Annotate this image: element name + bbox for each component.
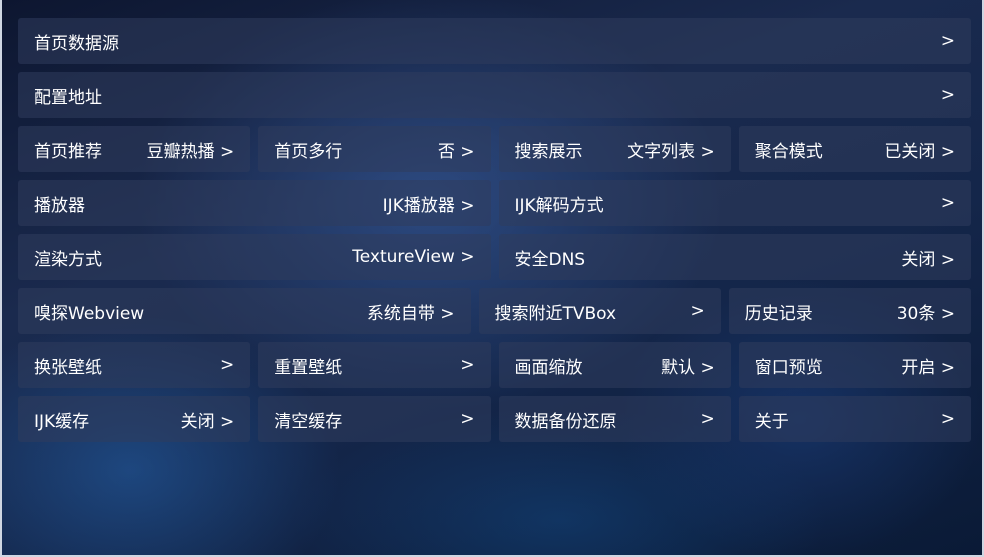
home-source-item[interactable]: 首页数据源 >: [18, 18, 971, 64]
settings-row-8: IJK缓存 关闭 > 清空缓存 > 数据备份还原 > 关于 >: [18, 396, 971, 442]
backup-restore-label: 数据备份还原: [514, 411, 617, 432]
settings-row-4: 播放器 IJK播放器 > IJK解码方式 >: [18, 180, 971, 226]
backup-restore-value: >: [700, 409, 715, 429]
aggregate-mode-item[interactable]: 聚合模式 已关闭 >: [738, 126, 971, 172]
change-wallpaper-value: >: [220, 355, 235, 375]
home-multirow-value: 否 >: [437, 141, 475, 162]
settings-row-6: 嗅探Webview 系统自带 > 搜索附近TVBox > 历史记录 30条 >: [18, 288, 971, 334]
about-item[interactable]: 关于 >: [738, 396, 971, 442]
about-label: 关于: [754, 411, 789, 432]
search-display-item[interactable]: 搜索展示 文字列表 >: [498, 126, 731, 172]
reset-wallpaper-value: >: [460, 355, 475, 375]
search-display-value: 文字列表 >: [627, 141, 715, 162]
ijk-decode-label: IJK解码方式: [514, 195, 604, 216]
reset-wallpaper-item[interactable]: 重置壁纸 >: [258, 342, 491, 388]
home-recommend-label: 首页推荐: [34, 141, 102, 162]
render-mode-item[interactable]: 渲染方式 TextureView >: [18, 234, 491, 280]
home-recommend-value: 豆瓣热播 >: [146, 141, 235, 162]
window-preview-label: 窗口预览: [754, 357, 823, 378]
search-nearby-value: >: [690, 301, 705, 321]
settings-row-3: 首页推荐 豆瓣热播 > 首页多行 否 > 搜索展示 文字列表 > 聚合模式 已关…: [18, 126, 971, 172]
ijk-decode-value: >: [940, 193, 955, 213]
clear-cache-item[interactable]: 清空缓存 >: [258, 396, 491, 442]
settings-row-1: 首页数据源 >: [18, 18, 971, 64]
window-preview-value: 开启 >: [901, 357, 955, 378]
settings-row-7: 换张壁纸 > 重置壁纸 > 画面缩放 默认 > 窗口预览 开启 >: [18, 342, 971, 388]
home-multirow-label: 首页多行: [274, 141, 343, 162]
aggregate-mode-label: 聚合模式: [754, 141, 823, 162]
ijk-cache-label: IJK缓存: [34, 411, 90, 432]
settings-screen: 首页数据源 > 配置地址 > 首页推荐 豆瓣热播 > 首页多行 否 > 搜索展示…: [0, 0, 984, 557]
picture-scale-value: 默认 >: [661, 357, 715, 378]
home-source-value: >: [940, 31, 955, 51]
home-multirow-item[interactable]: 首页多行 否 >: [258, 126, 491, 172]
ijk-cache-item[interactable]: IJK缓存 关闭 >: [18, 396, 251, 442]
clear-cache-value: >: [460, 409, 475, 429]
backup-restore-item[interactable]: 数据备份还原 >: [498, 396, 731, 442]
change-wallpaper-label: 换张壁纸: [34, 357, 102, 378]
window-preview-item[interactable]: 窗口预览 开启 >: [738, 342, 971, 388]
home-recommend-item[interactable]: 首页推荐 豆瓣热播 >: [18, 126, 251, 172]
change-wallpaper-item[interactable]: 换张壁纸 >: [18, 342, 251, 388]
config-url-label: 配置地址: [34, 87, 102, 108]
settings-row-5: 渲染方式 TextureView > 安全DNS 关闭 >: [18, 234, 971, 280]
history-value: 30条 >: [896, 303, 955, 324]
aggregate-mode-value: 已关闭 >: [884, 141, 955, 162]
search-nearby-item[interactable]: 搜索附近TVBox >: [478, 288, 721, 334]
render-mode-value: TextureView >: [352, 247, 475, 267]
secure-dns-label: 安全DNS: [514, 249, 586, 270]
search-nearby-label: 搜索附近TVBox: [494, 303, 617, 324]
history-label: 历史记录: [744, 303, 813, 324]
player-value: IJK播放器 >: [382, 195, 475, 216]
render-mode-label: 渲染方式: [34, 249, 102, 270]
sniff-webview-item[interactable]: 嗅探Webview 系统自带 >: [18, 288, 471, 334]
ijk-decode-item[interactable]: IJK解码方式 >: [498, 180, 971, 226]
config-url-value: >: [940, 85, 955, 105]
sniff-webview-value: 系统自带 >: [366, 303, 455, 324]
ijk-cache-value: 关闭 >: [180, 411, 235, 432]
picture-scale-item[interactable]: 画面缩放 默认 >: [498, 342, 731, 388]
settings-grid: 首页数据源 > 配置地址 > 首页推荐 豆瓣热播 > 首页多行 否 > 搜索展示…: [18, 18, 971, 450]
secure-dns-value: 关闭 >: [901, 249, 955, 270]
player-item[interactable]: 播放器 IJK播放器 >: [18, 180, 491, 226]
settings-row-2: 配置地址 >: [18, 72, 971, 118]
player-label: 播放器: [34, 195, 85, 216]
search-display-label: 搜索展示: [514, 141, 583, 162]
picture-scale-label: 画面缩放: [514, 357, 583, 378]
about-value: >: [940, 409, 955, 429]
config-url-item[interactable]: 配置地址 >: [18, 72, 971, 118]
reset-wallpaper-label: 重置壁纸: [274, 357, 343, 378]
sniff-webview-label: 嗅探Webview: [34, 303, 145, 324]
history-item[interactable]: 历史记录 30条 >: [728, 288, 971, 334]
home-source-label: 首页数据源: [34, 33, 119, 54]
clear-cache-label: 清空缓存: [274, 411, 343, 432]
secure-dns-item[interactable]: 安全DNS 关闭 >: [498, 234, 971, 280]
